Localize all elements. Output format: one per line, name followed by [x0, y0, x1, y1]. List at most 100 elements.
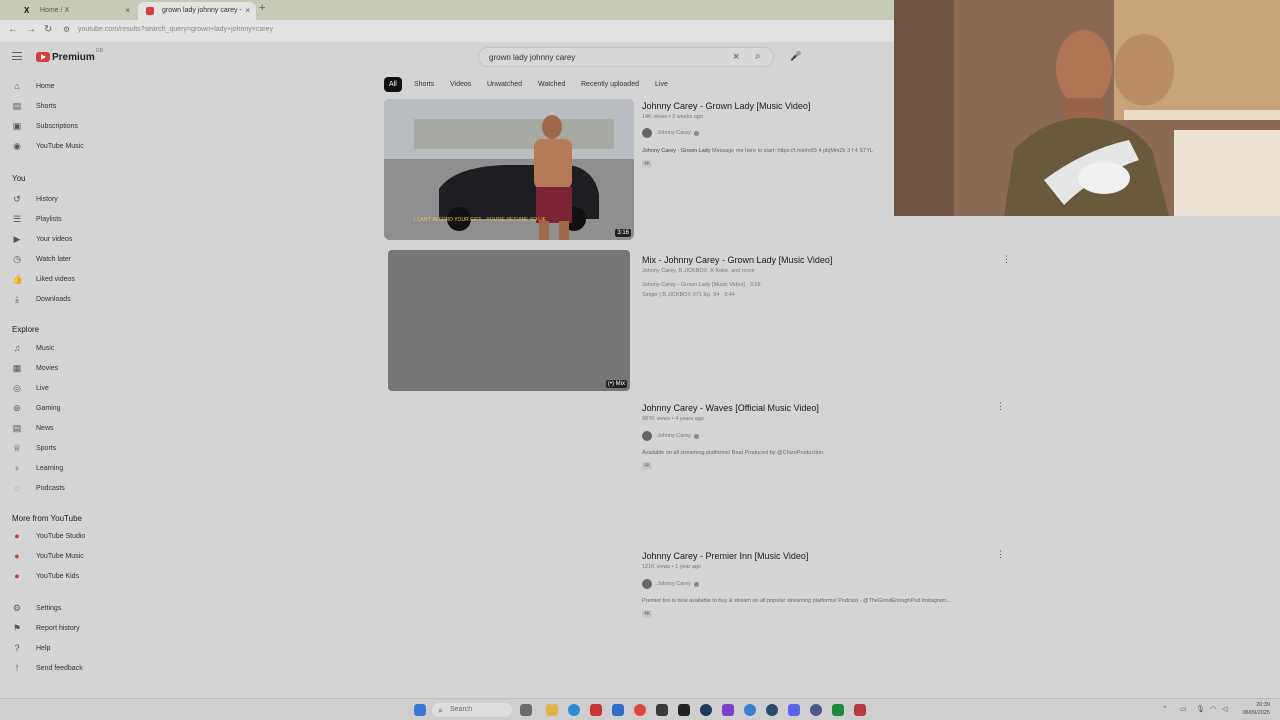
sidebar-item-movies[interactable]: ▦ Movies	[12, 360, 58, 376]
verified-icon	[693, 130, 699, 136]
sidebar-item-sports[interactable]: ♕ Sports	[12, 440, 56, 456]
youtube-kids-icon: ●	[14, 571, 20, 581]
chip-watched[interactable]: Watched	[533, 77, 570, 92]
browser-tab-youtube[interactable]: grown lady johnny carey - YouTube ×	[138, 2, 256, 20]
app-icon[interactable]	[810, 704, 822, 716]
sidebar-item-music[interactable]: ♫ Music	[12, 340, 55, 356]
app-icon[interactable]	[656, 704, 668, 716]
sidebar-item-shorts[interactable]: ▤ Shorts	[12, 98, 57, 114]
app-icon[interactable]	[678, 704, 690, 716]
sidebar-item-settings[interactable]: ⚙ Settings	[12, 600, 61, 616]
video-title[interactable]: Johnny Carey - Waves [Official Music Vid…	[642, 403, 819, 413]
mix-track[interactable]: Johnny Carey - Grown Lady [Music Video] …	[642, 282, 761, 288]
steam-icon[interactable]	[700, 704, 712, 716]
video-thumbnail[interactable]: I CAN'T AFFORD YOUR GIFT... YOU'RE DETUI…	[384, 99, 634, 240]
music-note-icon: ♫	[13, 343, 21, 353]
url-field[interactable]: youtube.com/results?search_query=grown+l…	[78, 26, 273, 33]
channel-link[interactable]: Johnny Carey	[642, 128, 699, 138]
site-info-icon[interactable]: ⚙	[63, 25, 70, 34]
channel-link[interactable]: Johnny Carey	[642, 431, 699, 441]
app-icon[interactable]	[722, 704, 734, 716]
sidebar-item-news[interactable]: ▤ News	[12, 420, 54, 436]
video-meta: 987K views • 4 years ago	[642, 416, 704, 422]
mcafee-icon[interactable]	[590, 704, 602, 716]
sidebar-item-playlists[interactable]: ☰ Playlists	[12, 211, 62, 227]
task-view-icon[interactable]	[520, 704, 532, 716]
sidebar-item-youtube-music[interactable]: ● YouTube Music	[12, 548, 83, 564]
taskbar-clock[interactable]: 20:39 06/09/2025	[1242, 701, 1270, 717]
close-tab-icon[interactable]: ×	[125, 2, 130, 20]
sidebar-item-your-videos[interactable]: ▶ Your videos	[12, 231, 73, 247]
close-tab-icon[interactable]: ×	[245, 2, 250, 20]
sidebar-item-live[interactable]: ◎ Live	[12, 380, 49, 396]
microphone-icon[interactable]: 🎤	[790, 51, 801, 62]
app-icon[interactable]	[832, 704, 844, 716]
mix-track[interactable]: Singer | B.JICKBOX 071 Ep. 94 · 3:44	[642, 292, 735, 298]
video-title[interactable]: Johnny Carey - Grown Lady [Music Video]	[642, 101, 810, 111]
sidebar-item-gaming[interactable]: ⊛ Gaming	[12, 400, 60, 416]
chip-videos[interactable]: Videos	[445, 77, 476, 92]
chip-unwatched[interactable]: Unwatched	[482, 77, 527, 92]
sidebar-item-send-feedback[interactable]: ! Send feedback	[12, 660, 83, 676]
mix-thumbnail[interactable]: (•) Mix	[388, 250, 630, 391]
sidebar-item-home[interactable]: ⌂ Home	[12, 78, 55, 94]
hamburger-menu-icon[interactable]	[12, 52, 22, 60]
sidebar-item-label: Home	[36, 82, 55, 90]
more-options-icon[interactable]: ⋮	[996, 549, 1005, 560]
sidebar-item-podcasts[interactable]: ◌ Podcasts	[12, 480, 64, 496]
chrome-icon[interactable]	[634, 704, 646, 716]
sidebar-item-youtube-studio[interactable]: ● YouTube Studio	[12, 528, 85, 544]
video-meta: 14K views • 3 weeks ago	[642, 114, 703, 120]
app-icon[interactable]	[766, 704, 778, 716]
video-title[interactable]: Johnny Carey - Premier Inn [Music Video]	[642, 551, 808, 561]
reload-icon[interactable]: ↻	[44, 24, 52, 35]
channel-link[interactable]: Johnny Carey	[642, 579, 699, 589]
tray-mic-icon[interactable]: 🎙	[1196, 705, 1205, 713]
sidebar-item-help[interactable]: ? Help	[12, 640, 50, 656]
file-explorer-icon[interactable]	[546, 704, 558, 716]
gear-icon: ⚙	[12, 603, 22, 613]
outlook-icon[interactable]	[612, 704, 624, 716]
sidebar-item-youtube-kids[interactable]: ● YouTube Kids	[12, 568, 79, 584]
sidebar-item-history[interactable]: ↺ History	[12, 191, 58, 207]
search-input[interactable]	[487, 52, 727, 63]
video-title[interactable]: Mix - Johnny Carey - Grown Lady [Music V…	[642, 255, 832, 265]
logo-region: GB	[95, 48, 104, 54]
sidebar-heading-you[interactable]: You	[12, 174, 26, 183]
edge-icon[interactable]	[568, 704, 580, 716]
chip-shorts[interactable]: Shorts	[409, 77, 439, 92]
video-description: Johnny Carey - Grown Lady Message me her…	[642, 148, 894, 154]
video-subtitle-caption: I CAN'T AFFORD YOUR GIFT... YOU'RE DETUI…	[414, 217, 546, 223]
tray-app-icon[interactable]: ▭	[1180, 705, 1187, 713]
tray-chevron-icon[interactable]: ⌃	[1162, 705, 1168, 713]
chip-all[interactable]: All	[384, 77, 402, 92]
sidebar-item-watch-later[interactable]: ◷ Watch later	[12, 251, 71, 267]
new-tab-icon[interactable]: +	[259, 2, 265, 14]
sidebar-item-learning[interactable]: ♁ Learning	[12, 460, 64, 476]
youtube-premium-logo[interactable]: Premium GB	[36, 48, 104, 64]
wifi-icon[interactable]: ◠	[1210, 705, 1216, 713]
sidebar-item-label: Sports	[36, 444, 57, 452]
sidebar-item-downloads[interactable]: ⤓ Downloads	[12, 291, 71, 307]
tab-label: grown lady johnny carey - YouTube	[162, 7, 244, 14]
app-icon[interactable]	[854, 704, 866, 716]
browser-tab-x[interactable]: X Home / X ×	[16, 2, 136, 20]
sidebar-item-report-history[interactable]: ⚑ Report history	[12, 620, 80, 636]
taskbar-search[interactable]: Search	[432, 703, 512, 717]
more-options-icon[interactable]: ⋮	[1002, 254, 1011, 265]
windows-start-icon[interactable]	[414, 704, 426, 716]
sidebar-item-subscriptions[interactable]: ▣ Subscriptions	[12, 118, 78, 134]
chip-live[interactable]: Live	[650, 77, 673, 92]
forward-arrow-icon[interactable]: →	[26, 24, 36, 35]
sidebar-item-liked-videos[interactable]: 👍 Liked videos	[12, 271, 75, 287]
discord-icon[interactable]	[788, 704, 800, 716]
sidebar-item-youtube-music[interactable]: ◉ YouTube Music	[12, 138, 84, 154]
search-icon[interactable]: ⌕	[755, 51, 761, 62]
clear-search-icon[interactable]: ×	[733, 51, 739, 63]
volume-icon[interactable]: ◁	[1222, 705, 1227, 713]
help-icon: ?	[14, 643, 20, 653]
more-options-icon[interactable]: ⋮	[996, 401, 1005, 412]
back-arrow-icon[interactable]: ←	[8, 24, 18, 35]
app-icon[interactable]	[744, 704, 756, 716]
chip-recently-uploaded[interactable]: Recently uploaded	[576, 77, 644, 92]
